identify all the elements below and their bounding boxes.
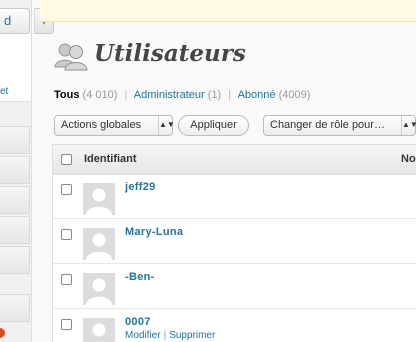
row-checkbox[interactable] xyxy=(61,274,72,285)
row-actions: Modifier | Supprimer xyxy=(125,330,215,341)
table-row: jeff29 xyxy=(53,175,416,219)
notice-bar xyxy=(40,0,416,22)
username-link[interactable]: jeff29 xyxy=(125,181,156,193)
filter-subscriber[interactable]: Abonné xyxy=(238,89,276,101)
sidebar-link[interactable]: et xyxy=(0,86,8,97)
sidebar-menu-item[interactable] xyxy=(0,246,30,274)
separator: | xyxy=(228,89,232,101)
username-link[interactable]: Mary-Luna xyxy=(125,226,183,238)
users-icon xyxy=(54,43,88,71)
table-header: Identifiant No xyxy=(53,145,416,175)
avatar xyxy=(83,273,115,305)
table-row: 0007 Modifier | Supprimer xyxy=(53,310,416,342)
row-checkbox[interactable] xyxy=(61,229,72,240)
change-role-select[interactable]: Changer de rôle pour… ▲▼ xyxy=(263,115,416,136)
select-arrows-icon: ▲▼ xyxy=(158,116,175,135)
sidebar-menu-item[interactable] xyxy=(0,126,30,154)
filter-admin-count: (1) xyxy=(207,89,222,101)
filter-all[interactable]: Tous xyxy=(54,89,79,101)
separator: | xyxy=(124,89,128,101)
sidebar-menu-item[interactable] xyxy=(0,294,30,322)
row-checkbox[interactable] xyxy=(61,319,72,330)
row-checkbox[interactable] xyxy=(61,184,72,195)
update-badge xyxy=(0,328,5,338)
select-all-checkbox[interactable] xyxy=(61,154,72,165)
bulk-actions-label: Actions globales xyxy=(61,119,142,131)
page-title: Utilisateurs xyxy=(94,40,246,67)
column-name[interactable]: No xyxy=(401,153,416,165)
avatar xyxy=(83,318,115,342)
username-link[interactable]: 0007 xyxy=(125,316,151,328)
filter-all-count: (4 010) xyxy=(82,89,118,101)
bulk-actions-select[interactable]: Actions globales ▲▼ xyxy=(54,115,175,136)
avatar xyxy=(83,228,115,260)
filter-subscriber-count: (4009) xyxy=(278,89,311,101)
filter-admin[interactable]: Administrateur xyxy=(134,89,205,101)
avatar xyxy=(83,183,115,215)
role-filter-links: Tous (4 010) | Administrateur (1) | Abon… xyxy=(54,89,310,101)
edit-link[interactable]: Modifier xyxy=(125,330,161,341)
users-table: Identifiant No jeff29 Mary-Luna -Ben- 00… xyxy=(52,144,416,342)
sidebar-menu-item[interactable] xyxy=(0,216,30,244)
sidebar-menu-item[interactable] xyxy=(0,156,30,184)
username-link[interactable]: -Ben- xyxy=(125,271,155,283)
table-row: Mary-Luna xyxy=(53,220,416,264)
apply-button[interactable]: Appliquer xyxy=(178,115,249,136)
select-arrows-icon: ▲▼ xyxy=(401,116,416,135)
change-role-label: Changer de rôle pour… xyxy=(270,119,385,131)
sidebar-top-button[interactable]: d xyxy=(0,8,30,34)
sidebar-menu-item[interactable] xyxy=(0,186,30,214)
column-username[interactable]: Identifiant xyxy=(84,153,137,165)
table-row: -Ben- xyxy=(53,265,416,309)
admin-sidebar: d et xyxy=(0,0,32,342)
delete-link[interactable]: Supprimer xyxy=(169,330,215,341)
separator: | xyxy=(163,330,167,341)
